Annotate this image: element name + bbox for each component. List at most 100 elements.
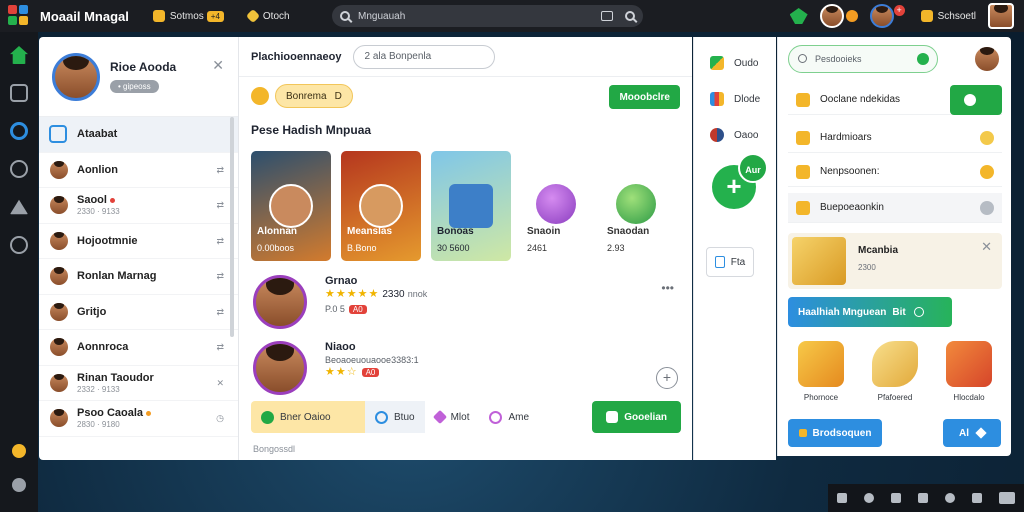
close-icon[interactable]: ✕	[212, 57, 224, 74]
contact-row[interactable]: Psoo Caoala 2830 · 9180 ◷	[39, 401, 238, 437]
action-segment[interactable]: Bner Oaioo	[251, 401, 365, 433]
friend-avatar[interactable]	[819, 4, 844, 28]
bottom-left-button[interactable]: Brodsoquen	[788, 419, 882, 447]
profile-avatar[interactable]	[52, 52, 100, 101]
contact-row[interactable]: Aonnroca ⇄	[39, 330, 238, 366]
item-card[interactable]: Bonoas 30 5600	[431, 151, 511, 261]
swap-icon[interactable]: ⇄	[216, 236, 224, 247]
action-segment[interactable]: Btuo	[365, 401, 425, 433]
setting-row[interactable]: Nenpsoonen:	[788, 157, 1002, 187]
search-icon	[340, 11, 350, 21]
gift-item[interactable]: Phornoce	[788, 341, 854, 402]
bottom-right-button[interactable]: Al	[943, 419, 1001, 447]
setting-row[interactable]: Buepoeaonkin	[788, 193, 1002, 223]
search-icon	[798, 54, 807, 63]
toggle-switch[interactable]	[950, 85, 1002, 115]
right-panel: Pesdooieks Ooclane ndekidas Hardmioars N…	[777, 37, 1011, 456]
compass-icon[interactable]	[10, 122, 28, 140]
filter-button[interactable]: Mooobclre	[609, 85, 680, 109]
close-icon[interactable]: ✕	[216, 378, 224, 389]
contact-row[interactable]: Ataabat	[39, 117, 238, 153]
quick-row[interactable]: Dlode	[694, 81, 776, 117]
main-header-input[interactable]: 2 ala Bonpenla	[353, 44, 496, 69]
image-search-icon[interactable]	[601, 11, 613, 21]
swap-icon[interactable]: ⇄	[216, 165, 224, 176]
network-icon[interactable]	[917, 493, 928, 503]
link-icon[interactable]	[10, 160, 28, 178]
feed-item[interactable]: Grnao ★★★★★ 2330 nnok P.0 5 A0 •••	[239, 275, 692, 329]
help-icon[interactable]	[12, 478, 26, 492]
search-icon	[375, 410, 388, 424]
more-icon[interactable]: •••	[661, 281, 674, 295]
setting-row[interactable]: Hardmioars	[788, 123, 1002, 153]
gallery-icon[interactable]	[890, 493, 901, 503]
warning-icon[interactable]	[10, 199, 28, 215]
item-card[interactable]: Snaoin 2461	[521, 151, 591, 261]
home-icon[interactable]	[789, 8, 808, 24]
coins-chip[interactable]: Sotmos +4	[152, 10, 224, 22]
contact-row[interactable]: Gritjo ⇄	[39, 295, 238, 330]
close-icon[interactable]: ✕	[981, 239, 992, 255]
window-icon[interactable]	[999, 492, 1016, 504]
action-segment[interactable]: Ame	[479, 401, 539, 433]
share-icon[interactable]	[972, 493, 983, 503]
swap-icon[interactable]: ⇄	[216, 200, 224, 211]
swap-icon[interactable]: ⇄	[216, 271, 224, 282]
item-card[interactable]: Alonnan 0.00boos	[251, 151, 331, 261]
right-avatar[interactable]	[973, 45, 1001, 73]
account-avatar[interactable]	[988, 3, 1014, 29]
contact-row[interactable]: Saool 2330 · 9133 ⇄	[39, 188, 238, 224]
gallery-icon[interactable]	[10, 84, 28, 102]
coin-icon	[980, 131, 994, 145]
quick-row[interactable]: Oudo	[694, 45, 776, 81]
at-icon[interactable]	[945, 493, 956, 503]
contact-row[interactable]: Ronlan Marnag ⇄	[39, 259, 238, 295]
clock-icon[interactable]: ◷	[216, 413, 224, 424]
action-segment[interactable]: Mlot	[425, 401, 480, 433]
notification-icon[interactable]	[845, 10, 858, 22]
pin-icon	[432, 409, 447, 425]
profile-chip[interactable]: Schsoetl	[920, 10, 976, 22]
emoji-icon[interactable]	[10, 236, 28, 254]
contact-row[interactable]: Aonlion ⇄	[39, 153, 238, 188]
item-card[interactable]: Meanslas B.Bono	[341, 151, 421, 261]
primary-action-button[interactable]: Gooelian	[592, 401, 681, 433]
coin-icon	[798, 429, 807, 437]
register-icon	[449, 184, 493, 228]
app-logo-icon[interactable]	[8, 5, 30, 27]
quick-row[interactable]: Oaoo	[694, 117, 776, 153]
contact-row[interactable]: Rinan Taoudor 2332 · 9133 ✕	[39, 366, 238, 401]
item-card[interactable]: Snaodan 2.93	[601, 151, 671, 261]
volume-icon[interactable]	[863, 493, 874, 503]
contact-avatar	[49, 266, 69, 287]
gem-icon	[245, 8, 260, 24]
search-submit-icon[interactable]	[625, 11, 635, 21]
swap-icon[interactable]: ⇄	[216, 342, 224, 353]
user-avatar[interactable]	[869, 4, 894, 28]
gift-item[interactable]: Hlocdalo	[936, 341, 1002, 402]
gift-item[interactable]: Pfafoered	[862, 341, 928, 402]
swap-icon[interactable]: ⇄	[216, 307, 224, 318]
feed-item[interactable]: Niaoo Beoaoeuouaooe3383:1 ★★☆ A0 +	[239, 341, 692, 395]
filter-pill[interactable]: Bonrema D	[275, 84, 353, 108]
profile-name: Rioe Aooda	[110, 60, 177, 74]
gems-chip[interactable]: Otoch	[245, 8, 290, 24]
contact-row[interactable]: Hojootmnie ⇄	[39, 224, 238, 259]
promo-banner[interactable]: Haalhiah Mnguean Bit	[788, 297, 952, 327]
doc-chip[interactable]: Fta	[706, 247, 754, 277]
add-icon[interactable]: +	[656, 367, 678, 389]
contacts-scrollbar[interactable]	[230, 117, 234, 337]
contact-avatar	[49, 159, 69, 180]
setting-row[interactable]: Ooclane ndekidas	[788, 85, 1002, 115]
top-search-input[interactable]: Mnguauah	[332, 5, 643, 27]
right-search-input[interactable]: Pesdooieks	[788, 45, 938, 73]
gifts-row: Phornoce Pfafoered Hlocdalo	[788, 341, 1002, 402]
gold-bar-icon	[872, 341, 918, 387]
promo-card[interactable]: Mcanbia 2300 ✕	[788, 233, 1002, 289]
profile-status-pill[interactable]: • gipeoss	[110, 80, 159, 93]
smiley-icon[interactable]	[12, 444, 26, 458]
ribbon-icon	[796, 200, 810, 215]
flag-icon[interactable]	[836, 493, 847, 503]
home-icon[interactable]	[10, 46, 28, 64]
coin-icon	[251, 87, 269, 105]
